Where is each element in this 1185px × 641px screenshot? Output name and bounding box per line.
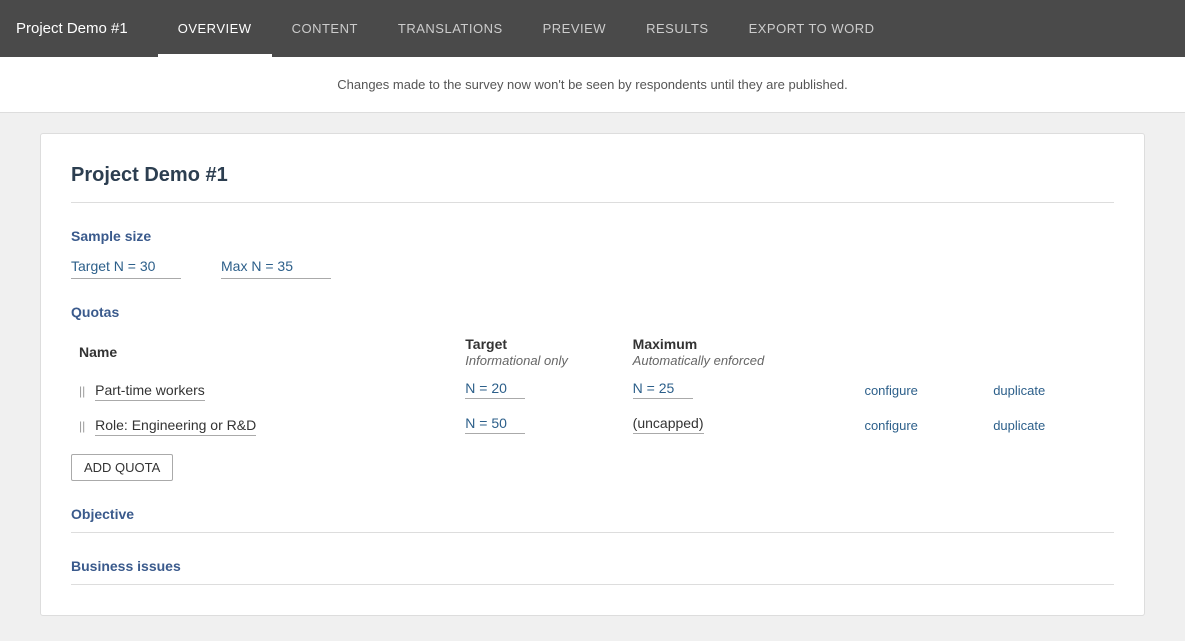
configure-link-0[interactable]: configure bbox=[864, 383, 917, 398]
navbar: Project Demo #1 OVERVIEW CONTENT TRANSLA… bbox=[0, 0, 1185, 57]
nav-item-preview[interactable]: PREVIEW bbox=[523, 0, 626, 57]
main-content: Project Demo #1 Sample size Target N = 3… bbox=[0, 113, 1185, 636]
quota-max-cell-1: (uncapped) bbox=[625, 407, 857, 442]
th-name: Name bbox=[71, 330, 457, 372]
publish-banner: Changes made to the survey now won't be … bbox=[0, 57, 1185, 113]
quota-configure-cell-1: configure bbox=[856, 407, 985, 442]
th-target: Target Informational only bbox=[457, 330, 624, 372]
th-maximum: Maximum Automatically enforced bbox=[625, 330, 857, 372]
nav-item-translations[interactable]: TRANSLATIONS bbox=[378, 0, 523, 57]
quota-name-cell-1: || Role: Engineering or R&D bbox=[71, 407, 457, 442]
quotas-section: Quotas Name Target Informational only Ma… bbox=[71, 304, 1114, 481]
target-n-value: Target N = 30 bbox=[71, 254, 181, 279]
quota-name-0: Part-time workers bbox=[95, 382, 205, 401]
quota-name-1: Role: Engineering or R&D bbox=[95, 417, 256, 436]
card-title: Project Demo #1 bbox=[71, 164, 1114, 203]
nav-item-results[interactable]: RESULTS bbox=[626, 0, 729, 57]
quotas-table: Name Target Informational only Maximum A… bbox=[71, 330, 1114, 442]
objective-label: Objective bbox=[71, 506, 1114, 522]
business-issues-label: Business issues bbox=[71, 558, 1114, 574]
max-n-value: Max N = 35 bbox=[221, 254, 331, 279]
nav-item-overview[interactable]: OVERVIEW bbox=[158, 0, 272, 57]
quota-max-val-0: N = 25 bbox=[633, 380, 693, 399]
navbar-brand: Project Demo #1 bbox=[16, 0, 128, 57]
sample-size-label: Sample size bbox=[71, 228, 1114, 244]
th-target-sub: Informational only bbox=[465, 353, 568, 368]
duplicate-link-1[interactable]: duplicate bbox=[993, 418, 1045, 433]
quota-target-val-1: N = 50 bbox=[465, 415, 525, 434]
quota-target-cell-1: N = 50 bbox=[457, 407, 624, 442]
banner-message: Changes made to the survey now won't be … bbox=[337, 77, 848, 92]
quota-configure-cell-0: configure bbox=[856, 372, 985, 407]
objective-divider bbox=[71, 532, 1114, 533]
quota-max-val-1: (uncapped) bbox=[633, 415, 704, 434]
quota-target-cell-0: N = 20 bbox=[457, 372, 624, 407]
quota-row-1: || Role: Engineering or R&D N = 50 (unca… bbox=[71, 407, 1114, 442]
th-action2 bbox=[985, 330, 1114, 372]
target-n-field: Target N = 30 bbox=[71, 254, 181, 279]
duplicate-link-0[interactable]: duplicate bbox=[993, 383, 1045, 398]
quota-row-0: || Part-time workers N = 20 N = 25 confi… bbox=[71, 372, 1114, 407]
nav-item-content[interactable]: CONTENT bbox=[272, 0, 378, 57]
th-action1 bbox=[856, 330, 985, 372]
quota-target-val-0: N = 20 bbox=[465, 380, 525, 399]
quota-duplicate-cell-1: duplicate bbox=[985, 407, 1114, 442]
quota-name-cell-0: || Part-time workers bbox=[71, 372, 457, 407]
project-card: Project Demo #1 Sample size Target N = 3… bbox=[40, 133, 1145, 616]
business-issues-divider bbox=[71, 584, 1114, 585]
max-n-field: Max N = 35 bbox=[221, 254, 331, 279]
sample-size-row: Target N = 30 Max N = 35 bbox=[71, 254, 1114, 279]
nav-item-export[interactable]: EXPORT TO WORD bbox=[729, 0, 895, 57]
quotas-label: Quotas bbox=[71, 304, 1114, 320]
quota-duplicate-cell-0: duplicate bbox=[985, 372, 1114, 407]
objective-section: Objective bbox=[71, 506, 1114, 533]
add-quota-button[interactable]: ADD QUOTA bbox=[71, 454, 173, 481]
nav-items: OVERVIEW CONTENT TRANSLATIONS PREVIEW RE… bbox=[158, 0, 1169, 57]
business-issues-section: Business issues bbox=[71, 558, 1114, 585]
drag-handle-0[interactable]: || bbox=[79, 384, 85, 398]
th-maximum-sub: Automatically enforced bbox=[633, 353, 765, 368]
drag-handle-1[interactable]: || bbox=[79, 419, 85, 433]
configure-link-1[interactable]: configure bbox=[864, 418, 917, 433]
quota-max-cell-0: N = 25 bbox=[625, 372, 857, 407]
